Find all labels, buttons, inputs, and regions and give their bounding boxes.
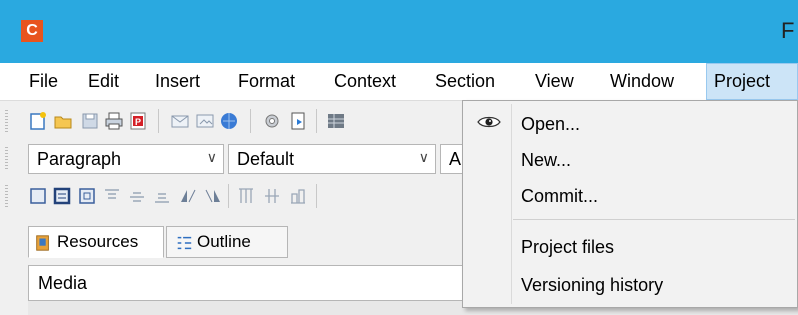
open-folder-icon[interactable]: [53, 111, 73, 131]
menu-file[interactable]: File: [22, 63, 65, 100]
menu-item-new[interactable]: New...: [521, 150, 571, 171]
font-value: Default: [237, 149, 295, 169]
flip-right-icon[interactable]: [203, 186, 223, 206]
flip-left-icon[interactable]: [178, 186, 198, 206]
image-icon[interactable]: [195, 111, 215, 131]
chevron-down-icon: ∨: [206, 149, 217, 165]
menu-bar: File Edit Insert Format Context Section …: [0, 63, 798, 101]
menu-item-versioning-history[interactable]: Versioning history: [521, 275, 663, 296]
align-middle-icon[interactable]: [127, 186, 147, 206]
book-icon: [36, 235, 49, 251]
frame-bold-icon[interactable]: [52, 186, 72, 206]
print-icon[interactable]: [104, 111, 124, 131]
menu-insert[interactable]: Insert: [148, 63, 207, 100]
menu-item-project-files[interactable]: Project files: [521, 237, 614, 258]
project-menu: Open... New... Commit... Project files V…: [462, 100, 798, 308]
toolbar-separator: [250, 109, 251, 133]
menu-item-open[interactable]: Open...: [521, 114, 580, 135]
menu-separator: [513, 219, 795, 220]
preview-icon[interactable]: [288, 111, 308, 131]
size-value: A: [449, 149, 462, 169]
svg-text:P: P: [135, 117, 141, 127]
paragraph-style-value: Paragraph: [37, 149, 122, 169]
frame-inner-icon[interactable]: [77, 186, 97, 206]
toolbar-separator: [316, 184, 317, 208]
pdf-export-icon[interactable]: P: [128, 111, 148, 131]
tab-resources-label: Resources: [57, 232, 139, 251]
window-title: F: [781, 18, 795, 43]
tab-outline-label: Outline: [197, 232, 251, 251]
menu-icon-gutter: [511, 104, 512, 304]
tab-resources[interactable]: Resources: [28, 226, 164, 258]
menu-view[interactable]: View: [528, 63, 581, 100]
menu-item-commit[interactable]: Commit...: [521, 186, 598, 207]
menu-project[interactable]: Project: [706, 63, 798, 100]
frame-icon[interactable]: [28, 186, 48, 206]
media-value: Media: [38, 273, 88, 293]
menu-edit[interactable]: Edit: [81, 63, 126, 100]
split-icon[interactable]: [262, 186, 282, 206]
toolbar-separator: [316, 109, 317, 133]
column-icon[interactable]: [236, 186, 256, 206]
font-select[interactable]: Default ∨: [228, 144, 436, 174]
chevron-down-icon: ∨: [418, 149, 429, 165]
align-bottom-icon[interactable]: [152, 186, 172, 206]
toolbar-grip[interactable]: [5, 110, 8, 132]
grid-icon[interactable]: [326, 111, 346, 131]
align-top-icon[interactable]: [102, 186, 122, 206]
menu-format[interactable]: Format: [231, 63, 302, 100]
title-bar: C F: [0, 0, 798, 63]
merge-icon[interactable]: [288, 186, 308, 206]
toolbar-separator: [228, 184, 229, 208]
app-logo-icon[interactable]: C: [21, 20, 43, 42]
toolbar-grip[interactable]: [5, 147, 8, 169]
menu-context[interactable]: Context: [327, 63, 403, 100]
eye-icon: [477, 116, 501, 128]
paragraph-style-select[interactable]: Paragraph ∨: [28, 144, 224, 174]
mail-icon[interactable]: [170, 111, 190, 131]
toolbar-grip[interactable]: [5, 185, 8, 207]
menu-window[interactable]: Window: [603, 63, 681, 100]
tab-outline[interactable]: Outline: [166, 226, 288, 258]
outline-icon: [177, 236, 192, 250]
toolbar-separator: [158, 109, 159, 133]
browser-icon[interactable]: [219, 111, 239, 131]
new-document-icon[interactable]: [28, 111, 48, 131]
menu-section[interactable]: Section: [428, 63, 502, 100]
save-icon[interactable]: [80, 111, 100, 131]
settings-icon[interactable]: [262, 111, 282, 131]
